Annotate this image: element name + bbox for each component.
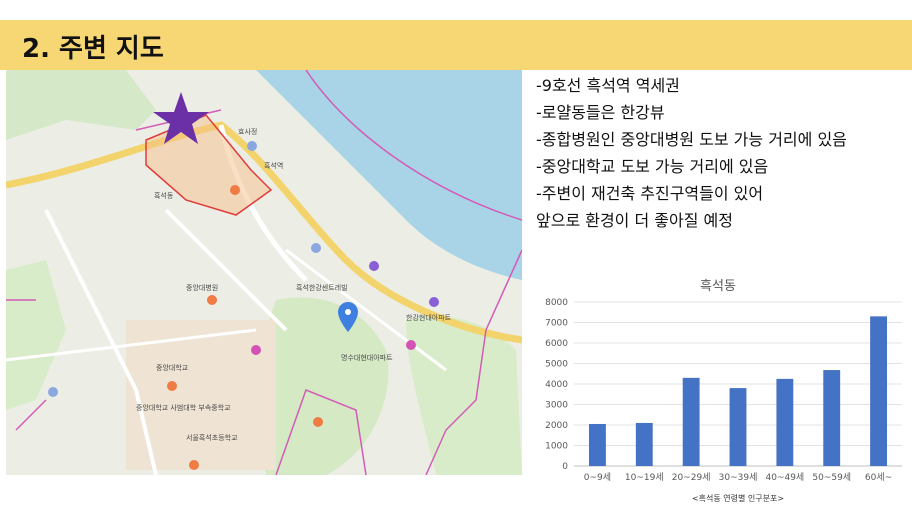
station-marker-icon[interactable] [247, 141, 257, 151]
neighborhood-map[interactable]: 흑석동 한강현대아파트 중앙대학교 흑석역 중앙대병원 효사정 서울흑석초등학교… [6, 70, 522, 475]
chart-caption: <흑석동 연령별 인구분포> [692, 493, 784, 503]
map-label: 중앙대학교 사범대학 부속중학교 [136, 403, 231, 412]
chart-bar [823, 370, 841, 466]
map-label: 흑석한강센트레빌 [296, 283, 348, 292]
map-label: 서울흑석초등학교 [186, 433, 238, 442]
hospital-marker-icon[interactable] [251, 345, 261, 355]
map-label: 중앙대병원 [186, 283, 218, 292]
chart-bar [870, 316, 888, 466]
y-tick-label: 4000 [545, 380, 568, 390]
map-canvas: 흑석동 한강현대아파트 중앙대학교 흑석역 중앙대병원 효사정 서울흑석초등학교… [6, 70, 522, 475]
feature-list: -9호선 흑석역 역세권 -로얄동들은 한강뷰 -종합병원인 중앙대병원 도보 … [536, 72, 906, 234]
map-label: 흑석동 [154, 191, 174, 200]
y-tick-label: 5000 [545, 360, 568, 370]
poi-marker-icon[interactable] [230, 185, 240, 195]
chart-title: 흑석동 [700, 279, 736, 294]
chart-bar [729, 388, 747, 466]
chart-svg: 흑석동 0 1000 2000 3000 4000 5000 6000 7000 8000 0~… [545, 279, 902, 503]
y-tick-label: 1000 [545, 442, 568, 452]
page-title: 2. 주변 지도 [22, 34, 164, 64]
x-tick-label: 40~49세 [765, 472, 804, 483]
station-marker-icon[interactable] [48, 387, 58, 397]
chart-bar [588, 423, 606, 466]
chart-bar [635, 422, 653, 466]
poi-marker-icon[interactable] [429, 297, 439, 307]
y-tick-label: 7000 [545, 319, 568, 329]
population-chart: 흑석동 0 1000 2000 3000 4000 5000 6000 7000 8000 0~… [538, 272, 912, 513]
x-tick-label: 50~59세 [812, 472, 851, 483]
list-item: -주변이 재건축 추진구역들이 있어 앞으로 환경이 더 좋아질 예정 [536, 184, 764, 230]
poi-marker-icon[interactable] [167, 381, 177, 391]
poi-marker-icon[interactable] [313, 417, 323, 427]
map-label: 한강현대아파트 [406, 313, 452, 322]
poi-marker-icon[interactable] [369, 261, 379, 271]
header-bar: 2. 주변 지도 [0, 20, 912, 70]
y-tick-label: 2000 [545, 421, 568, 431]
map-label: 효사정 [238, 127, 257, 136]
list-item: -로얄동들은 한강뷰 [536, 103, 665, 122]
chart-bar [776, 378, 794, 466]
poi-marker-icon[interactable] [207, 295, 217, 305]
x-tick-label: 30~39세 [719, 472, 758, 483]
y-tick-label: 0 [562, 462, 568, 472]
y-tick-label: 6000 [545, 339, 568, 349]
list-item: -중앙대학교 도보 가능 거리에 있음 [536, 157, 769, 176]
x-tick-label: 60세~ [865, 472, 892, 483]
poi-marker-icon[interactable] [189, 460, 199, 470]
chart-bar [682, 377, 700, 466]
list-item: -종합병원인 중앙대병원 도보 가능 거리에 있음 [536, 130, 847, 149]
y-tick-label: 3000 [545, 401, 568, 411]
map-label: 명수대현대아파트 [341, 353, 393, 362]
map-label: 흑석역 [264, 161, 283, 170]
x-tick-label: 0~9세 [584, 472, 611, 483]
station-marker-icon[interactable] [311, 243, 321, 253]
map-label: 중앙대학교 [156, 363, 189, 372]
hospital-marker-icon[interactable] [406, 340, 416, 350]
x-tick-label: 20~29세 [672, 472, 711, 483]
y-tick-label: 8000 [545, 298, 568, 308]
list-item: -9호선 흑석역 역세권 [536, 76, 680, 95]
x-tick-label: 10~19세 [625, 472, 664, 483]
